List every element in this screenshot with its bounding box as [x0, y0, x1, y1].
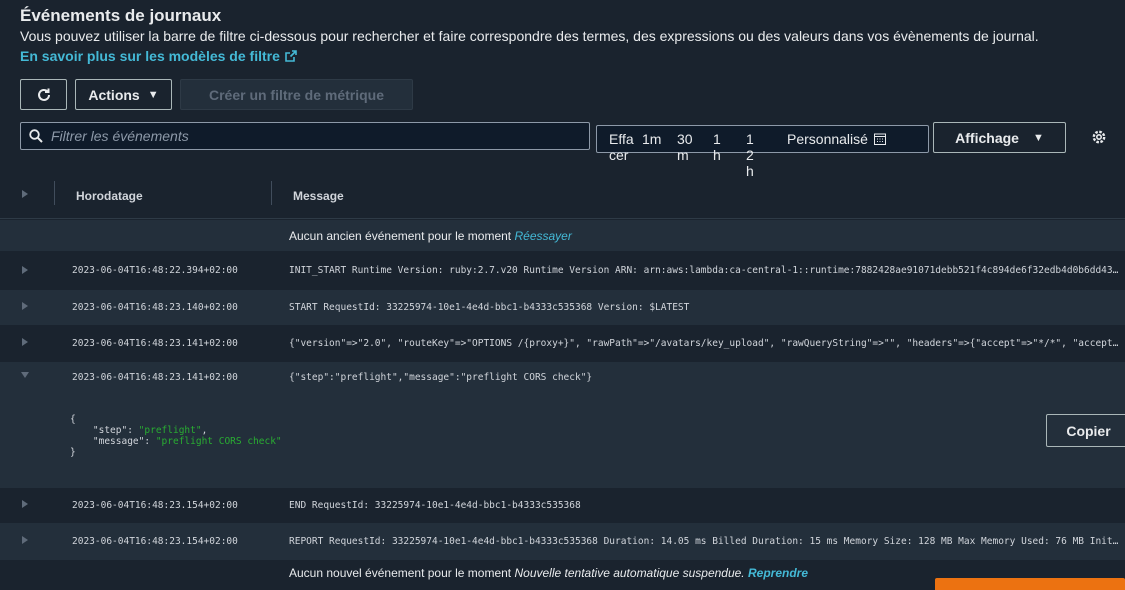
expand-row-icon[interactable]: [22, 302, 28, 310]
display-label: Affichage: [955, 129, 1019, 146]
caret-down-icon: ▼: [1032, 131, 1044, 144]
log-events-table: Horodatage Message Aucun ancien événemen…: [0, 170, 1125, 587]
row-timestamp: 2023-06-04T16:48:23.141+02:00: [72, 372, 238, 383]
time-range-selector: Effacer 1m 30m 1h 12h Personnalisé: [596, 125, 929, 179]
expand-row-icon[interactable]: [22, 266, 28, 274]
table-row[interactable]: 2023-06-04T16:48:22.394+02:00 INIT_START…: [0, 251, 1125, 289]
page-title: Événements de journaux: [20, 6, 222, 25]
row-message: REPORT RequestId: 33225974-10e1-4e4d-bbc…: [289, 536, 1121, 547]
table-row[interactable]: 2023-06-04T16:48:23.140+02:00 START Requ…: [0, 289, 1125, 325]
column-header-timestamp[interactable]: Horodatage: [76, 189, 143, 203]
time-option-1h[interactable]: 1h: [713, 131, 727, 163]
custom-label: Personnalisé: [787, 131, 868, 147]
row-timestamp: 2023-06-04T16:48:22.394+02:00: [72, 265, 238, 276]
row-message: INIT_START Runtime Version: ruby:2.7.v20…: [289, 265, 1121, 276]
refresh-button[interactable]: [20, 79, 67, 110]
external-link-icon: [285, 50, 297, 62]
column-divider: [54, 181, 55, 205]
actions-label: Actions: [88, 86, 140, 103]
row-timestamp: 2023-06-04T16:48:23.154+02:00: [72, 536, 238, 547]
search-icon: [29, 129, 43, 143]
page-header: Événements de journaux Vous pouvez utili…: [20, 6, 1117, 66]
create-metric-filter-button[interactable]: Créer un filtre de métrique: [180, 79, 413, 110]
page-description: Vous pouvez utiliser la barre de filtre …: [20, 28, 1039, 44]
table-row[interactable]: 2023-06-04T16:48:23.154+02:00 END Reques…: [0, 488, 1125, 522]
refresh-icon: [37, 88, 50, 101]
time-option-clear[interactable]: Effacer: [609, 131, 639, 163]
learn-more-label: En savoir plus sur les modèles de filtre: [20, 48, 280, 64]
row-message: START RequestId: 33225974-10e1-4e4d-bbc1…: [289, 302, 690, 313]
actions-button[interactable]: Actions ▼: [75, 79, 172, 110]
table-row[interactable]: 2023-06-04T16:48:23.154+02:00 REPORT Req…: [0, 522, 1125, 560]
time-option-30m[interactable]: 30m: [677, 131, 697, 163]
gear-icon[interactable]: [1090, 128, 1108, 146]
no-newer-events-text: Aucun nouvel événement pour le moment No…: [289, 566, 809, 580]
collapse-row-icon[interactable]: [21, 372, 29, 378]
expand-row-icon[interactable]: [22, 338, 28, 346]
search-input[interactable]: Filtrer les événements: [20, 122, 590, 150]
json-viewer: { "step": "preflight", "message": "prefl…: [70, 414, 282, 458]
resume-link[interactable]: Reprendre: [748, 566, 808, 580]
learn-more-link[interactable]: En savoir plus sur les modèles de filtre: [20, 46, 297, 66]
expand-row-icon[interactable]: [22, 536, 28, 544]
expand-all-icon[interactable]: [22, 190, 28, 198]
row-timestamp: 2023-06-04T16:48:23.154+02:00: [72, 500, 238, 511]
column-header-message[interactable]: Message: [293, 189, 344, 203]
copy-button[interactable]: Copier: [1046, 414, 1125, 447]
filter-row: Filtrer les événements Effacer 1m 30m 1h…: [20, 122, 1125, 179]
caret-down-icon: ▼: [147, 88, 159, 101]
table-row[interactable]: 2023-06-04T16:48:23.141+02:00 {"version"…: [0, 325, 1125, 361]
expand-row-icon[interactable]: [22, 500, 28, 508]
toolbar: Actions ▼ Créer un filtre de métrique: [20, 79, 413, 110]
table-header: Horodatage Message: [0, 170, 1125, 219]
search-placeholder: Filtrer les événements: [51, 128, 189, 144]
row-message: {"step":"preflight","message":"preflight…: [289, 372, 593, 383]
time-option-custom[interactable]: Personnalisé: [787, 131, 886, 147]
no-older-events-row: Aucun ancien événement pour le moment Ré…: [0, 219, 1125, 251]
time-option-1m[interactable]: 1m: [642, 131, 662, 147]
table-row-expanded[interactable]: 2023-06-04T16:48:23.141+02:00 {"step":"p…: [0, 361, 1125, 488]
row-message: {"version"=>"2.0", "routeKey"=>"OPTIONS …: [289, 338, 1121, 349]
row-message: END RequestId: 33225974-10e1-4e4d-bbc1-b…: [289, 500, 581, 511]
display-button[interactable]: Affichage ▼: [933, 122, 1066, 153]
calendar-icon: [873, 133, 886, 145]
column-divider: [271, 181, 272, 205]
retry-link[interactable]: Réessayer: [514, 229, 571, 243]
orange-action-button[interactable]: [935, 578, 1125, 590]
row-timestamp: 2023-06-04T16:48:23.140+02:00: [72, 302, 238, 313]
row-timestamp: 2023-06-04T16:48:23.141+02:00: [72, 338, 238, 349]
no-older-events-text: Aucun ancien événement pour le moment Ré…: [289, 229, 572, 243]
